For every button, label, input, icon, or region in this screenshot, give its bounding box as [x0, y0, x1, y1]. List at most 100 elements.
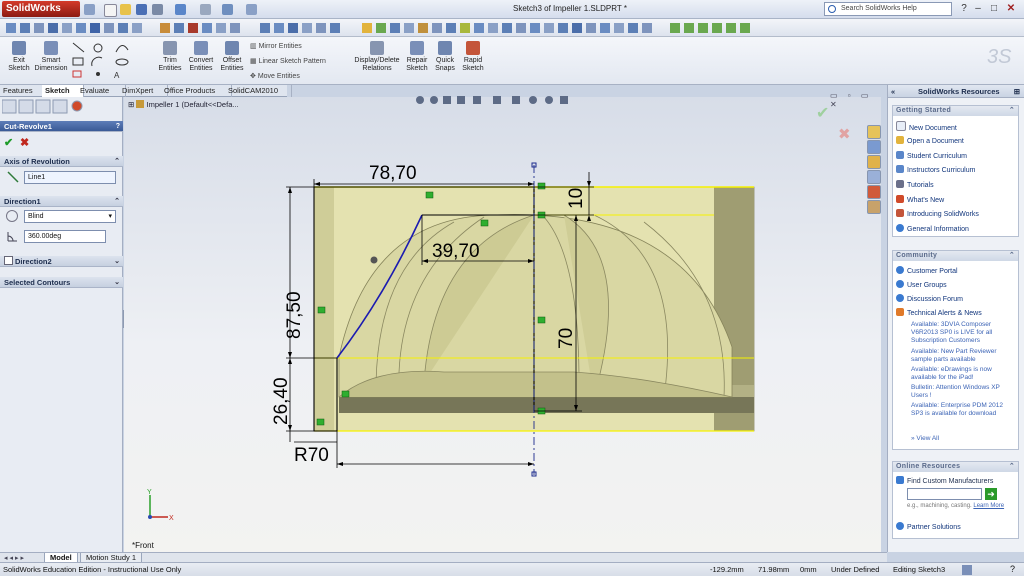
- manufacturer-search-input[interactable]: [907, 488, 982, 500]
- selected-contours-header[interactable]: Selected Contours ⌄: [0, 277, 123, 288]
- link-general-information[interactable]: General Information: [896, 224, 969, 233]
- link-whats-new[interactable]: What's New: [896, 195, 944, 204]
- file-explorer-icon[interactable]: [867, 155, 881, 169]
- tab-office-products[interactable]: Office Products: [161, 85, 232, 97]
- help-icon[interactable]: ?: [116, 121, 120, 132]
- open-icon[interactable]: [120, 4, 131, 15]
- pin-icon[interactable]: ⊞: [1014, 85, 1020, 98]
- toolbar-icon: [684, 23, 694, 33]
- sketch-canvas[interactable]: 78,70 39,70 10 70 87,50 26,40 R70 Y X *F…: [124, 97, 881, 552]
- news-item[interactable]: Available: eDrawings is now available fo…: [911, 366, 1015, 382]
- linear-pattern-button[interactable]: ▦ Linear Sketch Pattern: [250, 57, 326, 65]
- trim-entities-button[interactable]: Trim Entities: [156, 39, 184, 73]
- save-icon[interactable]: [136, 4, 147, 15]
- dimension-70[interactable]: 70: [556, 328, 577, 349]
- view-all-link[interactable]: » View All: [911, 435, 1015, 443]
- new-document-icon[interactable]: [104, 4, 117, 17]
- app-logo[interactable]: SolidWorks: [2, 1, 80, 17]
- close-button[interactable]: ✕: [1005, 3, 1017, 15]
- smart-dimension-button[interactable]: Smart Dimension: [34, 39, 68, 73]
- rebuild-status-icon[interactable]: [962, 565, 972, 575]
- collapse-icon[interactable]: ⌃: [114, 196, 120, 207]
- tab-scroll-arrows[interactable]: ◂◂▸▸: [4, 554, 26, 562]
- collapse-pane-icon[interactable]: «: [891, 85, 895, 98]
- axis-of-revolution-header[interactable]: Axis of Revolution ⌃: [0, 156, 123, 167]
- rebuild-icon[interactable]: [222, 4, 233, 15]
- collapse-icon[interactable]: ⌃: [114, 156, 120, 167]
- reverse-direction-icon[interactable]: [6, 210, 18, 222]
- collapse-icon[interactable]: ⌃: [1009, 462, 1015, 472]
- rapid-sketch-button[interactable]: Rapid Sketch: [460, 39, 486, 73]
- select-icon[interactable]: [200, 4, 211, 15]
- help-icon[interactable]: ?: [1010, 563, 1015, 576]
- convert-entities-button[interactable]: Convert Entities: [186, 39, 216, 73]
- go-arrow-button[interactable]: ➜: [985, 488, 997, 500]
- link-student-curriculum[interactable]: Student Curriculum: [896, 151, 967, 160]
- link-open-document[interactable]: Open a Document: [896, 136, 964, 145]
- learn-more-link[interactable]: Learn More: [973, 503, 1004, 509]
- expand-icon[interactable]: ⌄: [114, 277, 120, 288]
- exit-sketch-button[interactable]: Exit Sketch: [4, 39, 34, 73]
- dimension-78-70[interactable]: 78,70: [369, 163, 417, 184]
- link-customer-portal[interactable]: Customer Portal: [896, 266, 958, 275]
- tab-solidcam[interactable]: SolidCAM2010: [225, 85, 292, 97]
- offset-entities-button[interactable]: Offset Entities: [218, 39, 246, 73]
- move-entities-button[interactable]: ✥ Move Entities: [250, 72, 300, 80]
- mirror-entities-button[interactable]: ▥ Mirror Entities: [250, 42, 302, 50]
- minimize-button[interactable]: –: [972, 3, 984, 15]
- news-item[interactable]: Available: New Part Reviewer sample part…: [911, 348, 1015, 364]
- dimension-26-40[interactable]: 26,40: [271, 377, 292, 425]
- axis-field[interactable]: Line1: [24, 171, 116, 184]
- toolbar-icon: [230, 23, 240, 33]
- home-tab-icon[interactable]: [867, 125, 881, 139]
- repair-sketch-button[interactable]: Repair Sketch: [404, 39, 430, 73]
- link-tutorials[interactable]: Tutorials: [896, 180, 934, 189]
- options-icon[interactable]: [246, 4, 257, 15]
- dimension-r70[interactable]: R70: [294, 445, 329, 466]
- collapse-icon[interactable]: ⌃: [1009, 251, 1015, 261]
- direction1-header[interactable]: Direction1 ⌃: [0, 196, 123, 207]
- quick-snaps-button[interactable]: Quick Snaps: [432, 39, 458, 73]
- display-delete-relations-button[interactable]: Display/Delete Relations: [354, 39, 400, 73]
- link-new-document[interactable]: New Document: [896, 121, 957, 132]
- repair-icon: [410, 41, 424, 55]
- link-introducing-solidworks[interactable]: Introducing SolidWorks: [896, 209, 979, 218]
- news-item[interactable]: Available: Enterprise PDM 2012 SP3 is av…: [911, 402, 1015, 418]
- appearances-icon[interactable]: [867, 185, 881, 199]
- link-discussion-forum[interactable]: Discussion Forum: [896, 294, 963, 303]
- menu-arrow-icon[interactable]: [84, 4, 95, 15]
- ok-check-icon[interactable]: ✔: [4, 136, 13, 149]
- toolbar-icon: [586, 23, 596, 33]
- help-icon[interactable]: ?: [958, 3, 970, 15]
- link-technical-alerts[interactable]: Technical Alerts & News: [896, 308, 982, 317]
- direction2-header[interactable]: Direction2 ⌄: [0, 256, 123, 267]
- restore-button[interactable]: □: [988, 3, 1000, 15]
- custom-properties-icon[interactable]: [867, 200, 881, 214]
- undo-icon[interactable]: [175, 4, 186, 15]
- dimension-10[interactable]: 10: [566, 188, 587, 209]
- search-input[interactable]: Search SolidWorks Help: [824, 2, 952, 16]
- dimension-87-50[interactable]: 87,50: [284, 291, 305, 339]
- rapid-sketch-icon: [466, 41, 480, 55]
- news-item[interactable]: Available: 3DVIA Composer V6R2013 SP0 is…: [911, 321, 1015, 345]
- graphics-area[interactable]: ⊞ Impeller 1 (Default<<Defa... ▭ ▫ ▭ ✕ ✔…: [124, 91, 881, 552]
- angle-input[interactable]: 360.00deg: [24, 230, 106, 243]
- view-palette-icon[interactable]: [867, 170, 881, 184]
- end-condition-select[interactable]: Blind ▾: [24, 210, 116, 223]
- print-icon[interactable]: [152, 4, 163, 15]
- collapse-icon[interactable]: ⌃: [1009, 106, 1015, 116]
- cancel-x-icon[interactable]: ✖: [20, 136, 29, 149]
- direction2-checkbox[interactable]: [4, 256, 13, 265]
- circle-icon: [93, 43, 103, 53]
- design-library-icon[interactable]: [867, 140, 881, 154]
- link-partner-solutions[interactable]: Partner Solutions: [896, 522, 961, 531]
- news-item[interactable]: Bulletin: Attention Windows XP Users !: [911, 384, 1015, 400]
- expand-icon[interactable]: ⌄: [114, 256, 120, 267]
- link-instructors-curriculum[interactable]: Instructors Curriculum: [896, 165, 975, 174]
- exit-sketch-icon: [12, 41, 26, 55]
- dimension-39-70[interactable]: 39,70: [432, 241, 480, 262]
- manager-tabs[interactable]: [2, 99, 88, 115]
- ds-logo-icon: 3S: [987, 46, 1012, 68]
- sketch-entity-tools[interactable]: A: [70, 40, 152, 80]
- link-user-groups[interactable]: User Groups: [896, 280, 947, 289]
